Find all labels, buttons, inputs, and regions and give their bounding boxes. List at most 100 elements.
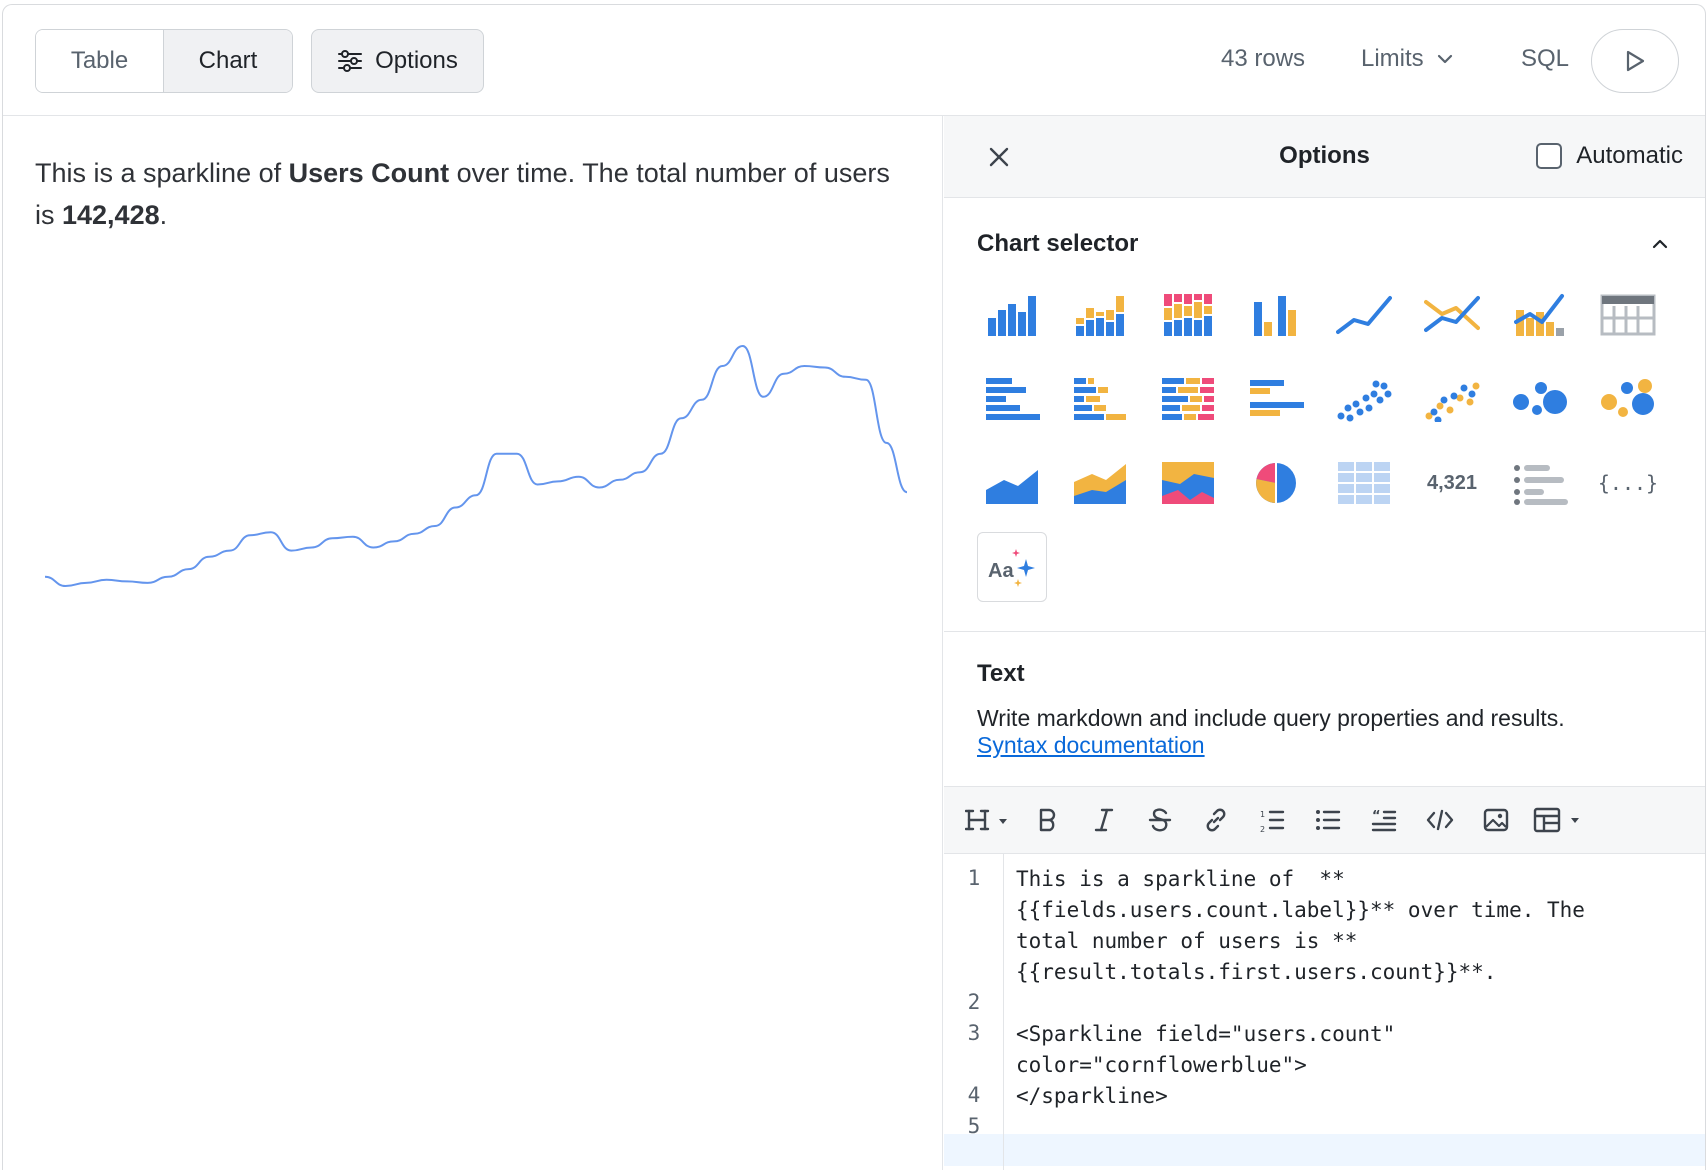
quote-button[interactable]: “	[1356, 800, 1412, 840]
limits-label: Limits	[1361, 45, 1424, 72]
text-tile-label: Aa	[988, 560, 1014, 582]
image-icon	[1483, 808, 1509, 832]
chevron-up-icon[interactable]	[1651, 238, 1669, 250]
svg-text:2: 2	[1260, 825, 1265, 833]
grouped-column-icon[interactable]	[1241, 280, 1311, 350]
italic-icon	[1094, 808, 1114, 832]
grouped-bar-icon[interactable]	[1241, 364, 1311, 434]
bold-button[interactable]	[1020, 800, 1076, 840]
app-frame: Table Chart Options 43 rows Limits SQL T…	[2, 4, 1706, 1170]
bold-icon	[1039, 808, 1056, 832]
code-line: total number of users is **	[1016, 929, 1358, 953]
line-number: 1	[967, 866, 981, 890]
quote-icon: “	[1371, 809, 1397, 832]
text-part: This is a sparkline of	[35, 158, 289, 188]
code-icon	[1426, 809, 1454, 831]
stacked-100-bar-icon[interactable]	[1153, 364, 1223, 434]
syntax-documentation-link[interactable]: Syntax documentation	[977, 732, 1205, 759]
ordered-list-icon: 12	[1260, 810, 1285, 833]
stacked-100-area-icon[interactable]	[1153, 448, 1223, 518]
table-icon[interactable]	[1593, 280, 1663, 350]
column-chart-icon[interactable]	[977, 280, 1047, 350]
chevron-down-icon	[1437, 54, 1452, 64]
stacked-column-icon[interactable]	[1065, 280, 1135, 350]
options-button-label: Options	[375, 47, 458, 74]
area-chart-icon[interactable]	[977, 448, 1047, 518]
combo-chart-icon[interactable]	[1505, 280, 1575, 350]
total-value: 142,428	[62, 200, 160, 230]
preview-pane: This is a sparkline of Users Count over …	[3, 116, 943, 1170]
ordered-list-button[interactable]: 12	[1244, 800, 1300, 840]
chart-type-grid: 4,321 {...} Aa	[977, 280, 1697, 616]
stacked-100-column-icon[interactable]	[1153, 280, 1223, 350]
automatic-checkbox[interactable]	[1536, 143, 1563, 169]
json-icon[interactable]: {...}	[1593, 448, 1663, 518]
active-line-highlight	[944, 1134, 1705, 1166]
tab-chart[interactable]: Chart	[164, 30, 292, 92]
link-button[interactable]	[1188, 800, 1244, 840]
markdown-toolbar: 12 “	[944, 786, 1705, 854]
top-toolbar: Table Chart Options 43 rows Limits SQL	[3, 5, 1705, 116]
automatic-toggle[interactable]: Automatic	[1536, 142, 1683, 170]
view-toggle: Table Chart	[35, 29, 293, 93]
strikethrough-icon	[1148, 808, 1172, 832]
sparkline-chart	[44, 344, 908, 588]
text-part: .	[159, 200, 168, 230]
text-description: Write markdown and include query propert…	[977, 705, 1565, 731]
line-number: 3	[967, 1021, 981, 1045]
line-number: 2	[967, 990, 981, 1014]
single-value-icon[interactable]: 4,321	[1417, 448, 1487, 518]
options-panel: Options Automatic Chart selector 4,321 {…	[944, 116, 1705, 1170]
code-line: This is a sparkline of **	[1016, 867, 1345, 891]
svg-text:“: “	[1372, 809, 1381, 824]
json-sample: {...}	[1597, 471, 1659, 495]
rendered-markdown: This is a sparkline of Users Count over …	[35, 152, 915, 236]
line-chart-icon[interactable]	[1329, 280, 1399, 350]
multi-bubble-icon[interactable]	[1593, 364, 1663, 434]
automatic-label: Automatic	[1576, 142, 1683, 169]
code-line: <Sparkline field="users.count"	[1016, 1022, 1396, 1046]
scatter-chart-icon[interactable]	[1329, 364, 1399, 434]
code-line: </sparkline>	[1016, 1084, 1168, 1108]
stacked-bar-icon[interactable]	[1065, 364, 1135, 434]
text-tile-icon[interactable]: Aa	[977, 532, 1047, 602]
heading-button[interactable]	[956, 800, 1020, 840]
svg-text:1: 1	[1260, 810, 1265, 819]
code-line: {{result.totals.first.users.count}}**.	[1016, 960, 1497, 984]
heading-icon	[965, 809, 1007, 831]
run-button[interactable]	[1591, 29, 1679, 93]
markdown-editor[interactable]: 1 2 3 4 5 This is a sparkline of ** {{fi…	[944, 854, 1705, 1170]
image-button[interactable]	[1468, 800, 1524, 840]
multi-line-chart-icon[interactable]	[1417, 280, 1487, 350]
options-header: Options Automatic	[944, 116, 1705, 198]
table-insert-button[interactable]	[1524, 800, 1594, 840]
italic-button[interactable]	[1076, 800, 1132, 840]
text-section-title: Text	[977, 660, 1025, 687]
tab-table[interactable]: Table	[36, 30, 164, 92]
pivot-table-icon[interactable]	[1329, 448, 1399, 518]
options-button[interactable]: Options	[311, 29, 484, 93]
sliders-icon	[338, 50, 363, 72]
pie-chart-icon[interactable]	[1241, 448, 1311, 518]
list-icon[interactable]	[1505, 448, 1575, 518]
link-icon	[1206, 808, 1226, 832]
stacked-area-icon[interactable]	[1065, 448, 1135, 518]
code-line: color="cornflowerblue">	[1016, 1053, 1307, 1077]
bar-chart-icon[interactable]	[977, 364, 1047, 434]
line-number: 4	[967, 1083, 981, 1107]
bullet-list-button[interactable]	[1300, 800, 1356, 840]
limits-dropdown[interactable]: Limits	[1361, 45, 1454, 73]
chart-selector-title: Chart selector	[977, 230, 1139, 257]
code-button[interactable]	[1412, 800, 1468, 840]
bubble-chart-icon[interactable]	[1505, 364, 1575, 434]
row-count: 43 rows	[1221, 45, 1306, 72]
multi-scatter-icon[interactable]	[1417, 364, 1487, 434]
sparkline-series-line	[44, 344, 908, 588]
code-line: {{fields.users.count.label}}** over time…	[1016, 898, 1585, 922]
sql-button[interactable]: SQL	[1521, 45, 1569, 73]
field-label: Users Count	[288, 158, 450, 188]
play-icon	[1626, 50, 1645, 72]
divider	[944, 631, 1705, 632]
bullet-list-icon	[1316, 810, 1341, 830]
strikethrough-button[interactable]	[1132, 800, 1188, 840]
